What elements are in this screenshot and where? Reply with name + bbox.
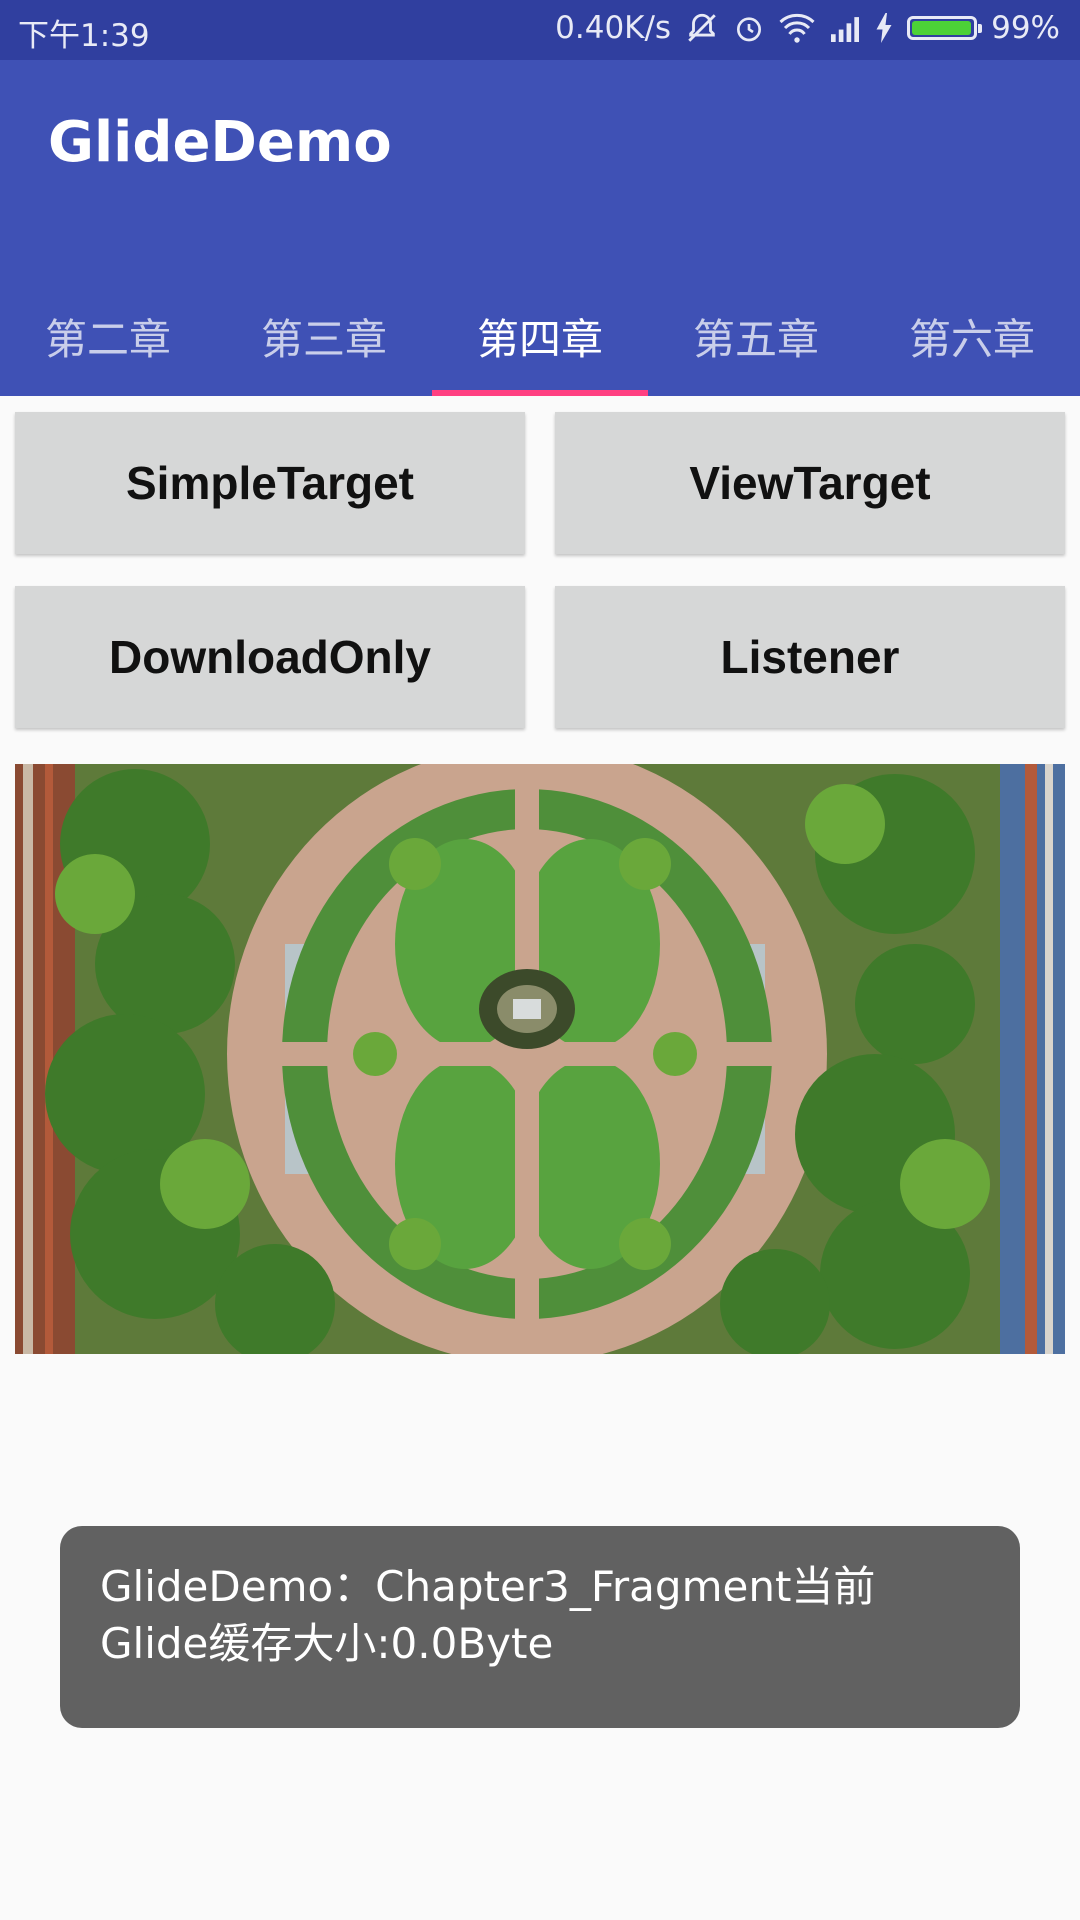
toast-line-2: Glide缓存大小:0.0Byte xyxy=(100,1619,554,1668)
tab-chapter-5[interactable]: 第五章 xyxy=(648,276,864,396)
app-title: GlideDemo xyxy=(48,110,392,175)
view-target-button[interactable]: ViewTarget xyxy=(555,412,1065,554)
tab-bar: 第二章 第三章 第四章 第五章 第六章 xyxy=(0,276,1080,396)
battery-icon xyxy=(907,16,983,40)
listener-button[interactable]: Listener xyxy=(555,586,1065,728)
status-icons: 0.40K/s 99% xyxy=(555,10,1060,46)
charging-icon xyxy=(875,13,893,43)
download-only-button[interactable]: DownloadOnly xyxy=(15,586,525,728)
network-speed: 0.40K/s xyxy=(555,10,672,46)
signal-icon xyxy=(829,14,861,42)
tab-chapter-3[interactable]: 第三章 xyxy=(216,276,432,396)
tab-chapter-4[interactable]: 第四章 xyxy=(432,276,648,396)
mute-icon xyxy=(685,11,719,45)
battery-fill xyxy=(912,21,972,35)
status-bar: 下午1:39 0.40K/s 99% xyxy=(0,0,1080,60)
status-time: 下午1:39 xyxy=(18,18,150,54)
toast-message: GlideDemo：Chapter3_Fragment当前 Glide缓存大小:… xyxy=(60,1526,1020,1728)
battery-percent: 99% xyxy=(991,10,1060,46)
loaded-image xyxy=(15,764,1065,1354)
tab-chapter-6[interactable]: 第六章 xyxy=(864,276,1080,396)
tab-chapter-2[interactable]: 第二章 xyxy=(0,276,216,396)
wifi-icon xyxy=(779,13,815,43)
app-bar: GlideDemo 第二章 第三章 第四章 第五章 第六章 xyxy=(0,60,1080,396)
simple-target-button[interactable]: SimpleTarget xyxy=(15,412,525,554)
toast-line-1: GlideDemo：Chapter3_Fragment当前 xyxy=(100,1562,876,1611)
alarm-icon xyxy=(733,12,765,44)
